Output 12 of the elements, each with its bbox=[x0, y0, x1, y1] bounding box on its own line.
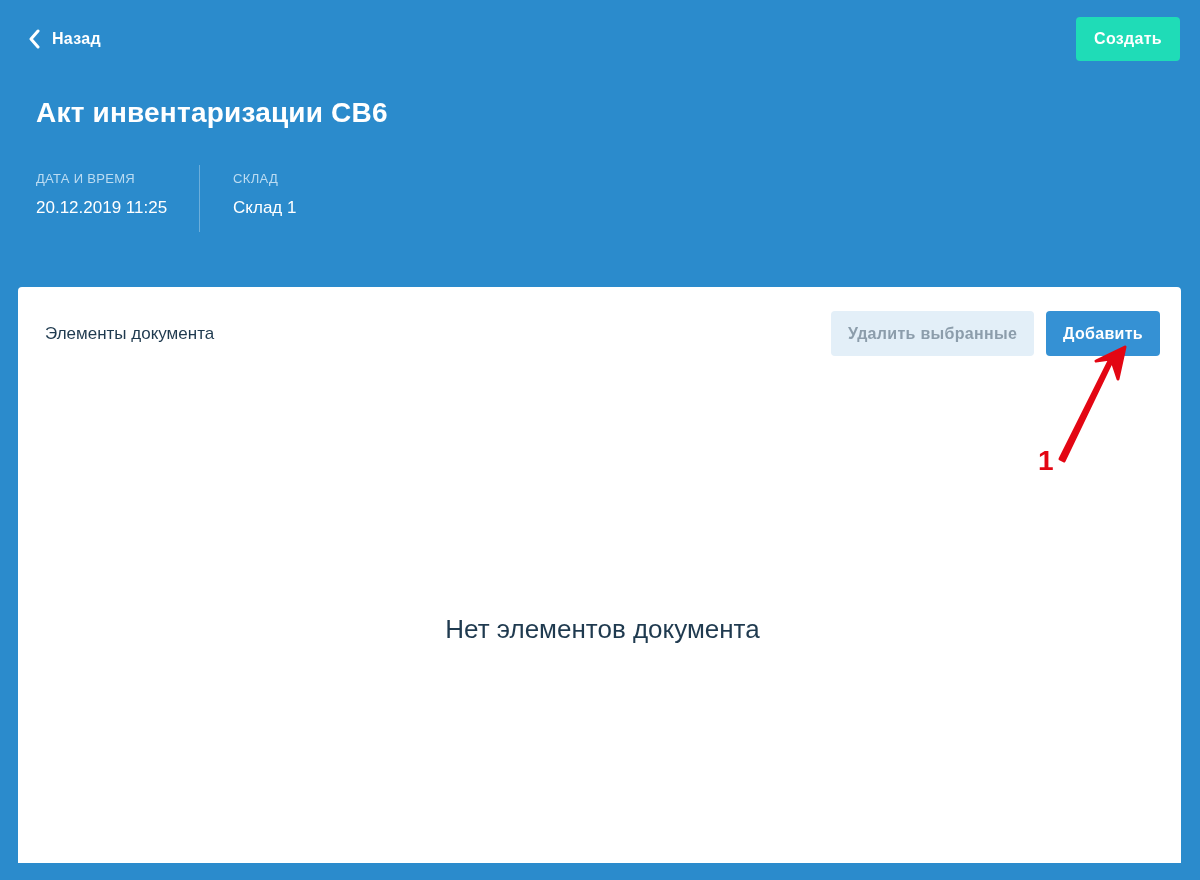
section-title: Элементы документа bbox=[45, 323, 215, 344]
document-title: Акт инвентаризации СВ6 bbox=[36, 97, 389, 129]
add-button[interactable]: Добавить bbox=[1046, 311, 1160, 356]
annotation-number: 1 bbox=[1038, 445, 1054, 477]
create-button[interactable]: Создать bbox=[1076, 17, 1180, 61]
field-label: СКЛАД bbox=[233, 171, 279, 186]
chevron-left-icon bbox=[28, 29, 40, 49]
field-value: Склад 1 bbox=[233, 198, 297, 218]
back-link[interactable]: Назад bbox=[28, 29, 101, 49]
empty-message: Нет элементов документа bbox=[444, 614, 761, 645]
field-label: ДАТА И ВРЕМЯ bbox=[36, 171, 137, 186]
field-value: 20.12.2019 11:25 bbox=[36, 198, 168, 218]
